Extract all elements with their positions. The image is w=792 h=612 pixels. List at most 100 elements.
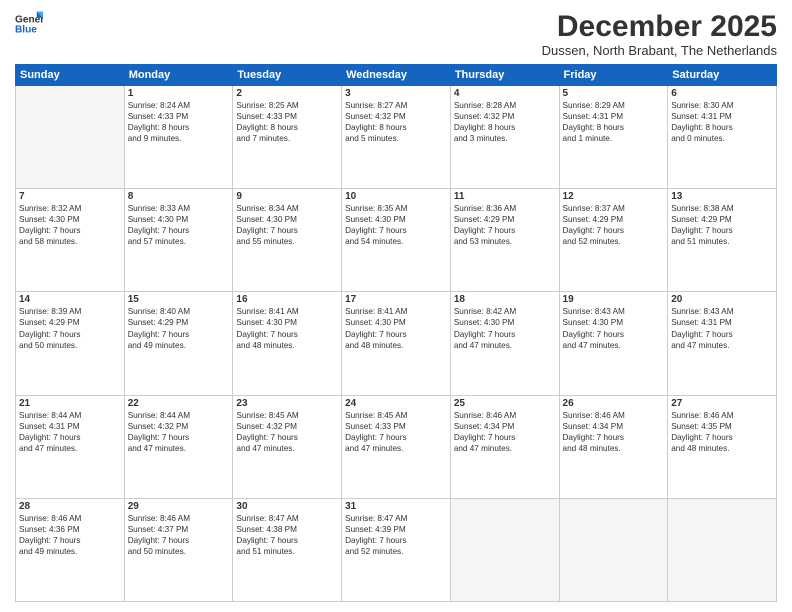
- header: General Blue December 2025 Dussen, North…: [15, 10, 777, 58]
- day-number: 20: [671, 294, 773, 305]
- day-number: 10: [345, 191, 447, 202]
- col-friday: Friday: [559, 65, 668, 86]
- day-number: 9: [236, 191, 338, 202]
- day-info: Sunrise: 8:40 AMSunset: 4:29 PMDaylight:…: [128, 306, 230, 350]
- day-cell: 17Sunrise: 8:41 AMSunset: 4:30 PMDayligh…: [342, 292, 451, 395]
- day-info: Sunrise: 8:47 AMSunset: 4:39 PMDaylight:…: [345, 513, 447, 557]
- day-info: Sunrise: 8:41 AMSunset: 4:30 PMDaylight:…: [236, 306, 338, 350]
- day-info: Sunrise: 8:34 AMSunset: 4:30 PMDaylight:…: [236, 203, 338, 247]
- day-number: 3: [345, 88, 447, 99]
- day-cell: 30Sunrise: 8:47 AMSunset: 4:38 PMDayligh…: [233, 498, 342, 601]
- day-cell: 26Sunrise: 8:46 AMSunset: 4:34 PMDayligh…: [559, 395, 668, 498]
- logo: General Blue: [15, 10, 43, 38]
- day-number: 2: [236, 88, 338, 99]
- day-cell: 12Sunrise: 8:37 AMSunset: 4:29 PMDayligh…: [559, 189, 668, 292]
- week-row-5: 28Sunrise: 8:46 AMSunset: 4:36 PMDayligh…: [16, 498, 777, 601]
- day-number: 24: [345, 398, 447, 409]
- week-row-3: 14Sunrise: 8:39 AMSunset: 4:29 PMDayligh…: [16, 292, 777, 395]
- day-info: Sunrise: 8:33 AMSunset: 4:30 PMDaylight:…: [128, 203, 230, 247]
- main-title: December 2025: [542, 10, 777, 43]
- day-info: Sunrise: 8:41 AMSunset: 4:30 PMDaylight:…: [345, 306, 447, 350]
- day-info: Sunrise: 8:28 AMSunset: 4:32 PMDaylight:…: [454, 100, 556, 144]
- day-cell: 28Sunrise: 8:46 AMSunset: 4:36 PMDayligh…: [16, 498, 125, 601]
- day-cell: 15Sunrise: 8:40 AMSunset: 4:29 PMDayligh…: [124, 292, 233, 395]
- day-cell: 14Sunrise: 8:39 AMSunset: 4:29 PMDayligh…: [16, 292, 125, 395]
- col-tuesday: Tuesday: [233, 65, 342, 86]
- day-cell: 8Sunrise: 8:33 AMSunset: 4:30 PMDaylight…: [124, 189, 233, 292]
- day-info: Sunrise: 8:43 AMSunset: 4:30 PMDaylight:…: [563, 306, 665, 350]
- day-number: 1: [128, 88, 230, 99]
- day-cell: 11Sunrise: 8:36 AMSunset: 4:29 PMDayligh…: [450, 189, 559, 292]
- day-info: Sunrise: 8:46 AMSunset: 4:37 PMDaylight:…: [128, 513, 230, 557]
- day-number: 17: [345, 294, 447, 305]
- day-info: Sunrise: 8:39 AMSunset: 4:29 PMDaylight:…: [19, 306, 121, 350]
- day-cell: [450, 498, 559, 601]
- day-cell: 25Sunrise: 8:46 AMSunset: 4:34 PMDayligh…: [450, 395, 559, 498]
- day-info: Sunrise: 8:29 AMSunset: 4:31 PMDaylight:…: [563, 100, 665, 144]
- day-cell: 2Sunrise: 8:25 AMSunset: 4:33 PMDaylight…: [233, 86, 342, 189]
- col-monday: Monday: [124, 65, 233, 86]
- day-info: Sunrise: 8:37 AMSunset: 4:29 PMDaylight:…: [563, 203, 665, 247]
- day-cell: 3Sunrise: 8:27 AMSunset: 4:32 PMDaylight…: [342, 86, 451, 189]
- day-number: 23: [236, 398, 338, 409]
- day-info: Sunrise: 8:44 AMSunset: 4:31 PMDaylight:…: [19, 410, 121, 454]
- day-info: Sunrise: 8:36 AMSunset: 4:29 PMDaylight:…: [454, 203, 556, 247]
- day-info: Sunrise: 8:42 AMSunset: 4:30 PMDaylight:…: [454, 306, 556, 350]
- day-number: 29: [128, 501, 230, 512]
- day-number: 19: [563, 294, 665, 305]
- day-info: Sunrise: 8:47 AMSunset: 4:38 PMDaylight:…: [236, 513, 338, 557]
- day-number: 8: [128, 191, 230, 202]
- day-cell: 1Sunrise: 8:24 AMSunset: 4:33 PMDaylight…: [124, 86, 233, 189]
- day-cell: 31Sunrise: 8:47 AMSunset: 4:39 PMDayligh…: [342, 498, 451, 601]
- week-row-1: 1Sunrise: 8:24 AMSunset: 4:33 PMDaylight…: [16, 86, 777, 189]
- col-sunday: Sunday: [16, 65, 125, 86]
- day-cell: 20Sunrise: 8:43 AMSunset: 4:31 PMDayligh…: [668, 292, 777, 395]
- day-number: 28: [19, 501, 121, 512]
- day-cell: 7Sunrise: 8:32 AMSunset: 4:30 PMDaylight…: [16, 189, 125, 292]
- day-cell: 13Sunrise: 8:38 AMSunset: 4:29 PMDayligh…: [668, 189, 777, 292]
- day-number: 26: [563, 398, 665, 409]
- day-info: Sunrise: 8:30 AMSunset: 4:31 PMDaylight:…: [671, 100, 773, 144]
- day-number: 14: [19, 294, 121, 305]
- col-saturday: Saturday: [668, 65, 777, 86]
- day-cell: [668, 498, 777, 601]
- day-info: Sunrise: 8:46 AMSunset: 4:36 PMDaylight:…: [19, 513, 121, 557]
- subtitle: Dussen, North Brabant, The Netherlands: [542, 43, 777, 58]
- col-wednesday: Wednesday: [342, 65, 451, 86]
- header-row: Sunday Monday Tuesday Wednesday Thursday…: [16, 65, 777, 86]
- day-cell: 21Sunrise: 8:44 AMSunset: 4:31 PMDayligh…: [16, 395, 125, 498]
- day-info: Sunrise: 8:25 AMSunset: 4:33 PMDaylight:…: [236, 100, 338, 144]
- page: General Blue December 2025 Dussen, North…: [0, 0, 792, 612]
- svg-text:Blue: Blue: [15, 25, 37, 36]
- day-number: 5: [563, 88, 665, 99]
- day-cell: 5Sunrise: 8:29 AMSunset: 4:31 PMDaylight…: [559, 86, 668, 189]
- day-number: 7: [19, 191, 121, 202]
- day-number: 13: [671, 191, 773, 202]
- day-cell: 6Sunrise: 8:30 AMSunset: 4:31 PMDaylight…: [668, 86, 777, 189]
- day-info: Sunrise: 8:44 AMSunset: 4:32 PMDaylight:…: [128, 410, 230, 454]
- day-cell: 19Sunrise: 8:43 AMSunset: 4:30 PMDayligh…: [559, 292, 668, 395]
- day-cell: 4Sunrise: 8:28 AMSunset: 4:32 PMDaylight…: [450, 86, 559, 189]
- day-cell: 29Sunrise: 8:46 AMSunset: 4:37 PMDayligh…: [124, 498, 233, 601]
- day-info: Sunrise: 8:46 AMSunset: 4:34 PMDaylight:…: [563, 410, 665, 454]
- title-block: December 2025 Dussen, North Brabant, The…: [542, 10, 777, 58]
- week-row-2: 7Sunrise: 8:32 AMSunset: 4:30 PMDaylight…: [16, 189, 777, 292]
- col-thursday: Thursday: [450, 65, 559, 86]
- logo-icon: General Blue: [15, 10, 43, 38]
- day-info: Sunrise: 8:27 AMSunset: 4:32 PMDaylight:…: [345, 100, 447, 144]
- day-number: 31: [345, 501, 447, 512]
- day-number: 16: [236, 294, 338, 305]
- day-number: 6: [671, 88, 773, 99]
- week-row-4: 21Sunrise: 8:44 AMSunset: 4:31 PMDayligh…: [16, 395, 777, 498]
- day-cell: [559, 498, 668, 601]
- day-cell: 18Sunrise: 8:42 AMSunset: 4:30 PMDayligh…: [450, 292, 559, 395]
- day-number: 27: [671, 398, 773, 409]
- day-number: 4: [454, 88, 556, 99]
- day-cell: 27Sunrise: 8:46 AMSunset: 4:35 PMDayligh…: [668, 395, 777, 498]
- day-info: Sunrise: 8:35 AMSunset: 4:30 PMDaylight:…: [345, 203, 447, 247]
- day-cell: 24Sunrise: 8:45 AMSunset: 4:33 PMDayligh…: [342, 395, 451, 498]
- day-cell: [16, 86, 125, 189]
- day-number: 18: [454, 294, 556, 305]
- day-cell: 9Sunrise: 8:34 AMSunset: 4:30 PMDaylight…: [233, 189, 342, 292]
- day-info: Sunrise: 8:46 AMSunset: 4:34 PMDaylight:…: [454, 410, 556, 454]
